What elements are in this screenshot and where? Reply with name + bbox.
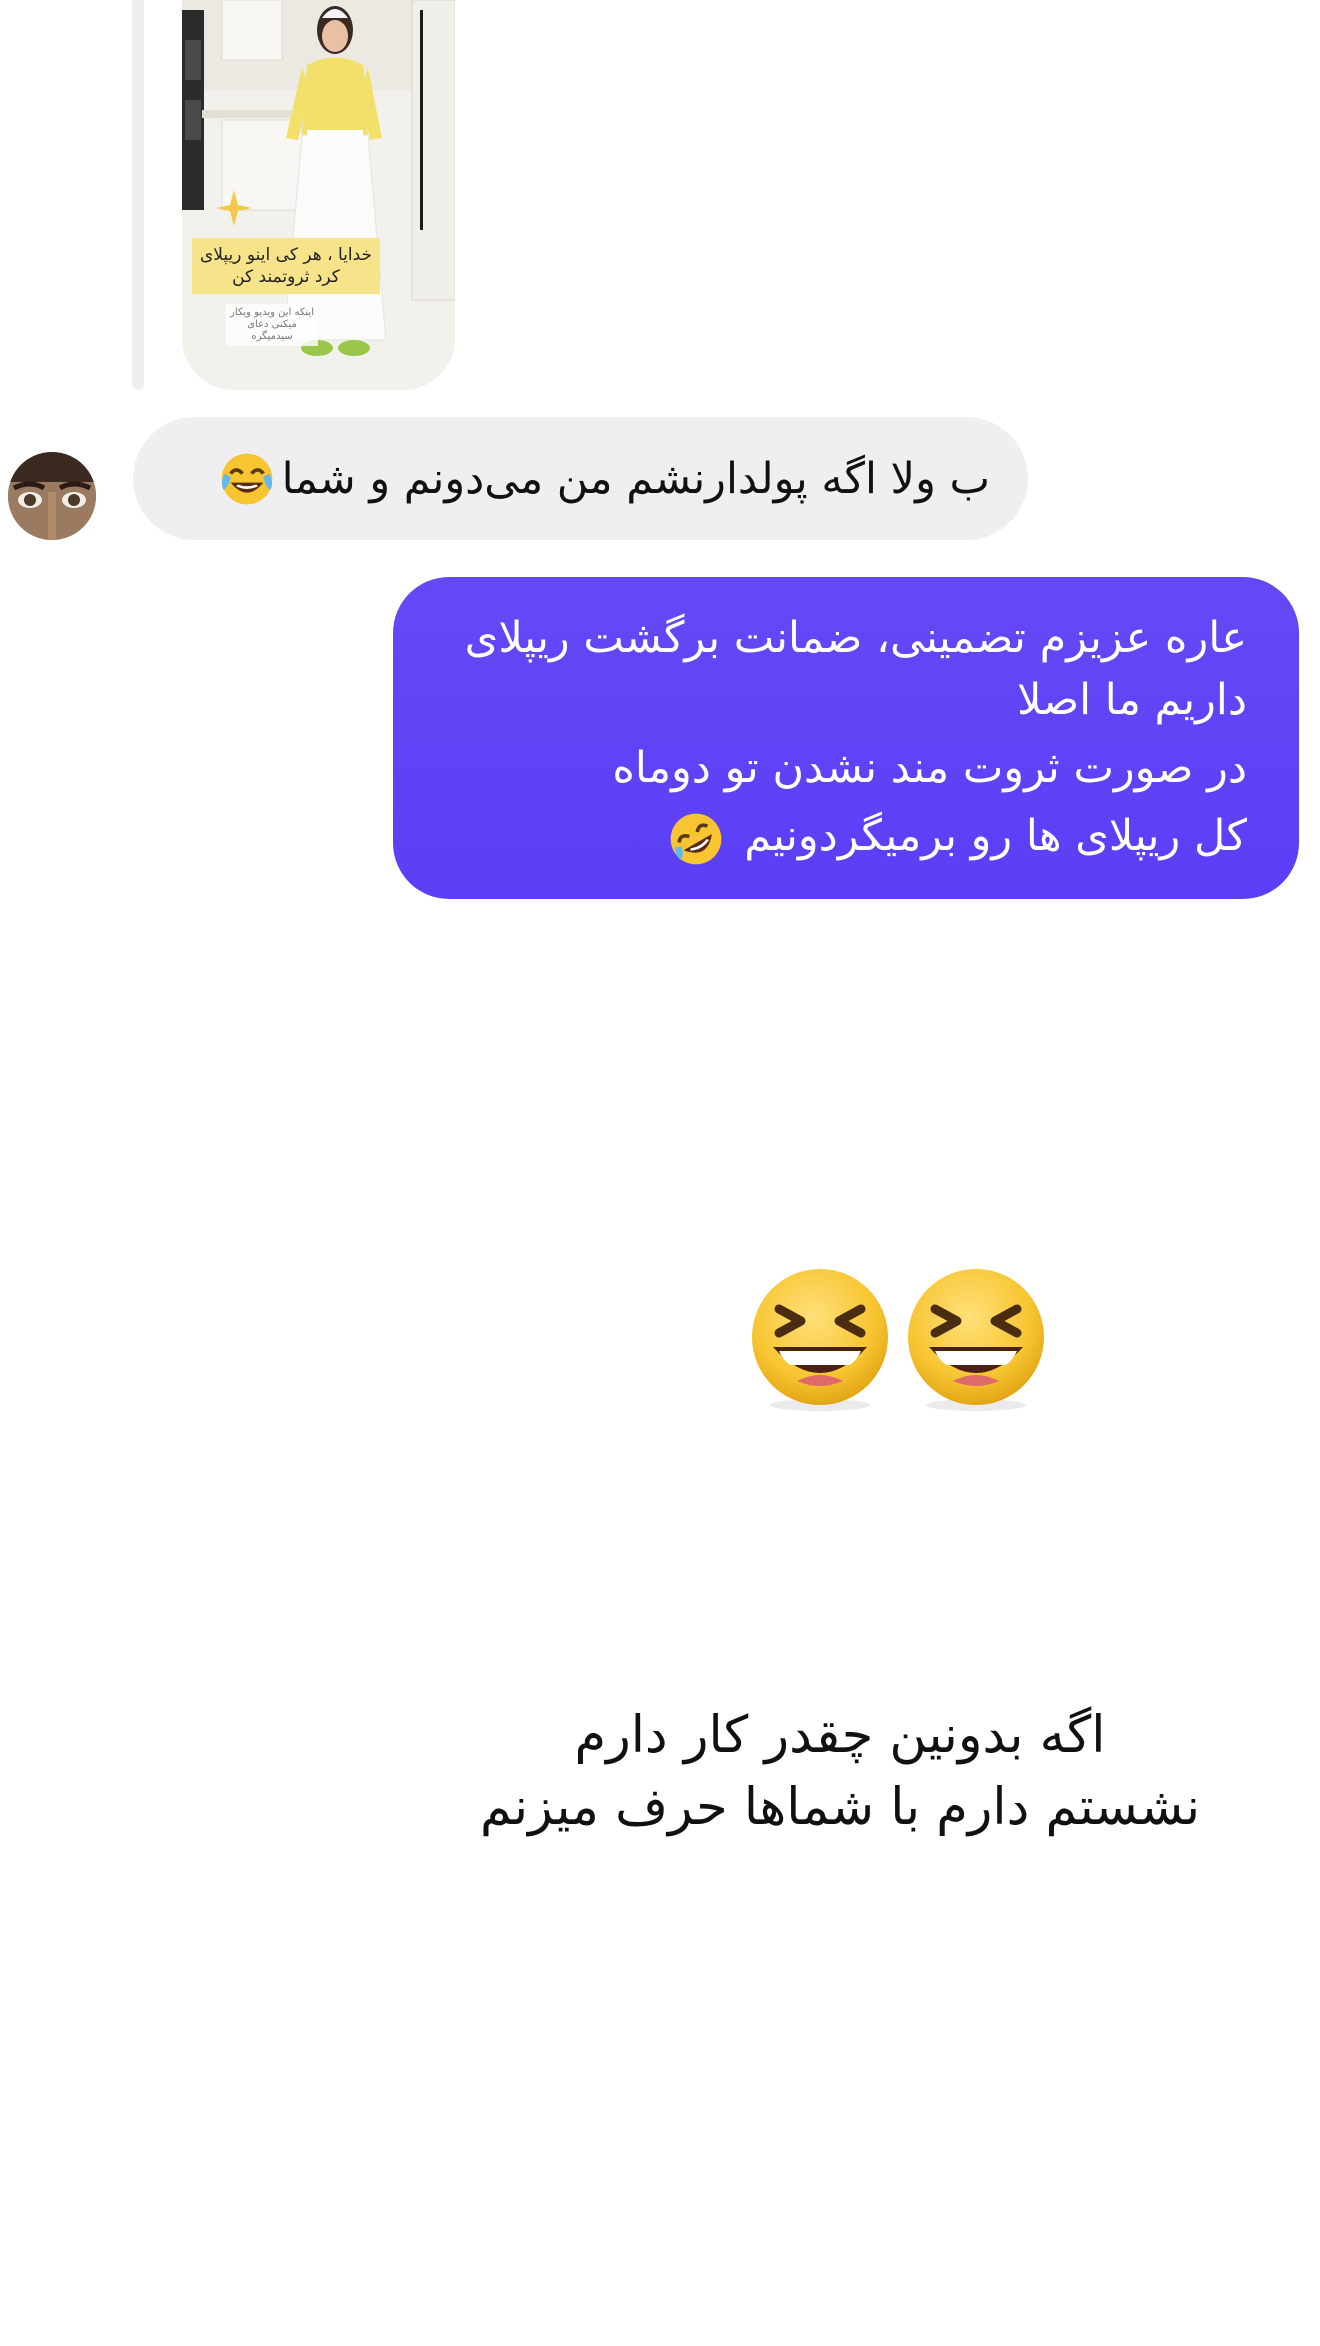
grinning-squinting-face-icon	[752, 1269, 888, 1411]
rolling-on-the-floor-laughing-icon	[670, 813, 721, 864]
incoming-message-bubble[interactable]: ب ولا اگه پولدارنشم من می‌دونم و شما	[133, 417, 1028, 540]
story-reply-thumbnail[interactable]: خدایا ، هر کی اینو ریپلای کرد ثروتمند کن…	[182, 0, 455, 390]
reply-indicator-bar	[132, 0, 144, 390]
outgoing-message-bubble[interactable]: عاره عزیزم تضمینی، ضمانت برگشت ریپلای دا…	[393, 577, 1299, 899]
avatar-image	[8, 452, 96, 540]
outgoing-message-line-with-emoji: کل ریپلای ها رو برمیگردونیم	[431, 805, 1247, 868]
story-image	[182, 0, 455, 390]
story-overlay-text: اگه بدونین چقدر کار دارم نشستم دارم با ش…	[400, 1700, 1280, 1844]
face-with-tears-of-joy-icon	[221, 453, 273, 504]
story-text-line: اگه بدونین چقدر کار دارم	[574, 1706, 1106, 1765]
story-text-line: نشستم دارم با شماها حرف میزنم	[479, 1778, 1201, 1837]
outgoing-message-line: در صورت ثروت مند نشدن تو دوماه	[612, 743, 1247, 793]
story-subcaption: اینکه این ویدیو ویکار میکنی دعای سیدمیگر…	[226, 304, 318, 346]
emoji-only-message[interactable]	[745, 1265, 1055, 1415]
outgoing-message-line: عاره عزیزم تضمینی، ضمانت برگشت ریپلای	[464, 613, 1247, 663]
sender-avatar[interactable]	[8, 452, 96, 540]
outgoing-message-line: داریم ما اصلا	[1016, 675, 1247, 725]
story-caption: خدایا ، هر کی اینو ریپلای کرد ثروتمند کن	[192, 238, 380, 294]
outgoing-message-line: کل ریپلای ها رو برمیگردونیم	[744, 811, 1247, 861]
incoming-message-text: ب ولا اگه پولدارنشم من می‌دونم و شما	[281, 453, 990, 504]
grinning-squinting-face-icon	[908, 1269, 1044, 1411]
